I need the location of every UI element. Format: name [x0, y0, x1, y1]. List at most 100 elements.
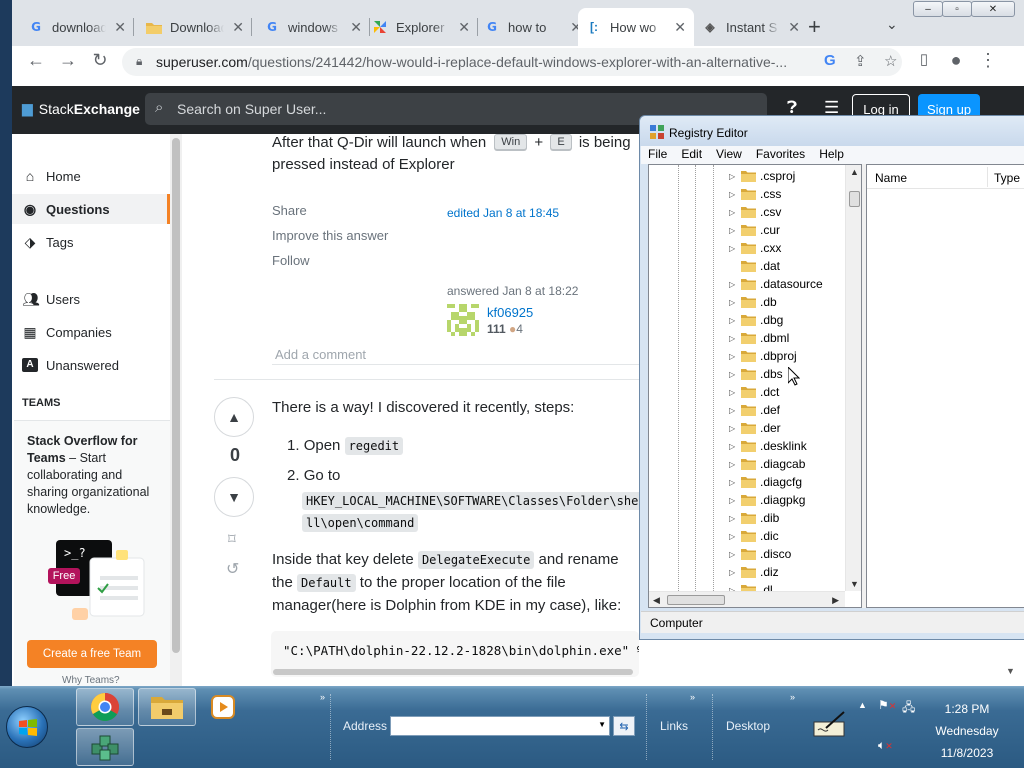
- registry-key-row[interactable]: ▷ .diagpkg: [729, 491, 805, 509]
- registry-key-row[interactable]: ▷ .csproj: [729, 167, 795, 185]
- chrome-menu-icon[interactable]: ⋮: [976, 50, 1000, 71]
- menu-view[interactable]: View: [709, 146, 749, 164]
- registry-key-row[interactable]: ▷ .dib: [729, 509, 779, 527]
- expand-triangle-icon[interactable]: ▷: [729, 424, 739, 433]
- expand-triangle-icon[interactable]: ▷: [729, 172, 739, 181]
- tree-horizontal-scrollbar[interactable]: ◀ ▶: [649, 591, 845, 607]
- expand-triangle-icon[interactable]: ▷: [729, 190, 739, 199]
- registry-key-row[interactable]: ▷ .disco: [729, 545, 791, 563]
- share-icon[interactable]: ⇪: [854, 52, 867, 70]
- reload-icon[interactable]: ↻: [88, 50, 112, 71]
- tab-close-icon[interactable]: ✕: [788, 19, 800, 36]
- tab-close-icon[interactable]: ✕: [458, 19, 470, 36]
- regedit-titlebar[interactable]: Registry Editor: [640, 116, 1024, 146]
- taskbar-explorer[interactable]: [138, 688, 196, 726]
- expand-triangle-icon[interactable]: ▷: [729, 226, 739, 235]
- expand-triangle-icon[interactable]: ▷: [729, 442, 739, 451]
- google-translate-icon[interactable]: G: [824, 52, 836, 69]
- tree-vertical-scrollbar[interactable]: ▲ ▼: [845, 165, 861, 591]
- expand-triangle-icon[interactable]: ▷: [729, 478, 739, 487]
- sidebar-item-users[interactable]: 👥︎ Users: [12, 284, 170, 314]
- sidebar-item-questions[interactable]: ◉ Questions: [12, 194, 170, 224]
- handwriting-input-icon[interactable]: [812, 710, 848, 740]
- user-name-link[interactable]: kf06925: [487, 305, 533, 320]
- page-scroll-down-icon[interactable]: ▼: [1006, 666, 1015, 676]
- forward-arrow-icon[interactable]: →: [56, 50, 80, 71]
- lock-icon[interactable]: 🔒︎: [136, 54, 142, 69]
- desktop-chevron-icon[interactable]: »: [790, 692, 795, 702]
- new-tab-button[interactable]: +: [808, 14, 821, 40]
- links-chevron-icon[interactable]: »: [690, 692, 695, 702]
- registry-key-row[interactable]: ▷ .dic: [729, 527, 779, 545]
- user-avatar[interactable]: [447, 304, 479, 336]
- registry-values-list[interactable]: Name Type: [866, 164, 1024, 608]
- taskbar-chrome[interactable]: [76, 688, 134, 726]
- dropdown-arrow-icon[interactable]: ▼: [598, 720, 606, 729]
- registry-key-row[interactable]: ▷ .db: [729, 293, 777, 311]
- address-bar[interactable]: 🔒︎ superuser.com/questions/241442/how-wo…: [122, 48, 902, 76]
- expand-triangle-icon[interactable]: ▷: [729, 514, 739, 523]
- registry-key-row[interactable]: ▷ .diagcfg: [729, 473, 802, 491]
- tab-instant[interactable]: ◈ Instant S ✕: [694, 8, 808, 46]
- expand-triangle-icon[interactable]: ▷: [729, 280, 739, 289]
- tab-how-to[interactable]: G how to ✕: [476, 8, 590, 46]
- menu-favorites[interactable]: Favorites: [749, 146, 812, 164]
- scroll-down-icon[interactable]: ▼: [850, 579, 859, 589]
- tab-explorer[interactable]: Explorer ✕: [364, 8, 478, 46]
- registry-tree[interactable]: ▷ .csproj ▷ .css ▷ .csv ▷ .cur ▷ .cxx .dat ▷ .dataso…: [648, 164, 862, 608]
- expand-triangle-icon[interactable]: ▷: [729, 370, 739, 379]
- volume-muted-icon[interactable]: 🔈︎✕: [878, 738, 893, 753]
- expand-triangle-icon[interactable]: ▷: [729, 406, 739, 415]
- expand-triangle-icon[interactable]: ▷: [729, 352, 739, 361]
- registry-key-row[interactable]: ▷ .datasource: [729, 275, 823, 293]
- upvote-button[interactable]: ▲: [214, 397, 254, 437]
- expand-triangle-icon[interactable]: ▷: [729, 208, 739, 217]
- expand-triangle-icon[interactable]: ▷: [729, 550, 739, 559]
- sidebar-item-companies[interactable]: ▦ Companies: [12, 317, 170, 347]
- start-button[interactable]: [6, 706, 48, 748]
- registry-key-row[interactable]: ▷ .der: [729, 419, 781, 437]
- registry-key-row[interactable]: ▷ .dbproj: [729, 347, 797, 365]
- show-hidden-icons-icon[interactable]: ▲: [858, 700, 867, 710]
- expand-triangle-icon[interactable]: ▷: [729, 532, 739, 541]
- registry-key-row[interactable]: ▷ .cur: [729, 221, 780, 239]
- bookmark-star-icon[interactable]: ☆: [884, 52, 897, 70]
- scroll-up-icon[interactable]: ▲: [850, 167, 859, 177]
- registry-key-row[interactable]: ▷ .diz: [729, 563, 779, 581]
- close-window-button[interactable]: ✕: [971, 1, 1015, 17]
- tab-close-icon[interactable]: ✕: [350, 19, 362, 36]
- menu-help[interactable]: Help: [812, 146, 851, 164]
- address-go-button[interactable]: ⇆: [613, 716, 635, 736]
- address-toolbar-input[interactable]: ▼: [390, 716, 610, 736]
- links-toolbar-label[interactable]: Links: [660, 719, 688, 733]
- registry-key-row[interactable]: ▷ .diagcab: [729, 455, 805, 473]
- expand-triangle-icon[interactable]: ▷: [729, 244, 739, 253]
- sidebar-item-unanswered[interactable]: A Unanswered: [12, 350, 170, 380]
- column-type-header[interactable]: Type: [994, 171, 1020, 185]
- add-comment-link[interactable]: Add a comment: [275, 347, 366, 362]
- menu-edit[interactable]: Edit: [674, 146, 709, 164]
- downvote-button[interactable]: ▼: [214, 477, 254, 517]
- desktop-toolbar-label[interactable]: Desktop: [726, 719, 770, 733]
- registry-key-row[interactable]: .dat: [729, 257, 780, 275]
- tree-hscroll-thumb[interactable]: [667, 595, 725, 605]
- scroll-right-icon[interactable]: ▶: [832, 595, 839, 606]
- tab-close-icon[interactable]: ✕: [674, 19, 686, 36]
- registry-key-row[interactable]: ▷ .dbml: [729, 329, 789, 347]
- why-teams-link[interactable]: Why Teams?: [62, 675, 120, 686]
- registry-key-row[interactable]: ▷ .csv: [729, 203, 781, 221]
- history-icon[interactable]: ↺: [226, 559, 239, 579]
- improve-answer-link[interactable]: Improve this answer: [272, 228, 388, 243]
- tab-windows[interactable]: G windows ✕: [256, 8, 370, 46]
- registry-key-row[interactable]: ▷ .def: [729, 401, 780, 419]
- code-scrollbar[interactable]: [273, 669, 633, 675]
- bookmark-icon[interactable]: ⌑: [228, 530, 236, 548]
- scroll-left-icon[interactable]: ◀: [653, 595, 660, 606]
- registry-key-row[interactable]: ▷ .dbs: [729, 365, 783, 383]
- menu-file[interactable]: File: [641, 146, 674, 164]
- sidebar-scrollbar[interactable]: [170, 134, 182, 686]
- profile-avatar-icon[interactable]: ●: [944, 50, 968, 71]
- column-name-header[interactable]: Name: [875, 171, 907, 185]
- system-clock[interactable]: 1:28 PM Wednesday 11/8/2023: [932, 698, 1002, 764]
- tab-close-icon[interactable]: ✕: [114, 19, 126, 36]
